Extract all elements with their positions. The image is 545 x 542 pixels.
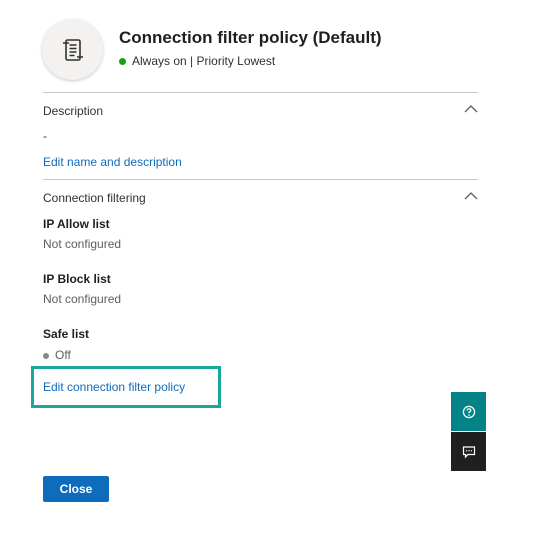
ip-allow-list-value: Not configured	[43, 237, 122, 251]
status-text: Always on | Priority Lowest	[132, 54, 276, 68]
status-dot-icon	[119, 57, 126, 65]
help-button[interactable]	[451, 392, 486, 431]
page-title: Connection filter policy (Default)	[119, 28, 382, 47]
safe-list-status: Off	[43, 348, 71, 362]
policy-avatar	[42, 19, 103, 80]
collapse-connection-filtering-chevron-up-icon[interactable]	[463, 191, 479, 201]
safe-list-label: Safe list	[43, 327, 90, 341]
feedback-button[interactable]	[451, 432, 486, 471]
policy-status: Always on | Priority Lowest	[119, 54, 275, 68]
description-heading: Description	[43, 104, 104, 118]
close-button[interactable]: Close	[43, 476, 109, 502]
safe-list-value: Off	[55, 348, 71, 362]
help-question-icon	[462, 405, 475, 418]
collapse-description-chevron-up-icon[interactable]	[463, 104, 479, 114]
edit-name-description-link[interactable]: Edit name and description	[43, 155, 182, 169]
connection-filtering-heading: Connection filtering	[43, 191, 146, 205]
feedback-chat-icon	[462, 445, 475, 458]
policy-scroll-icon	[62, 38, 83, 61]
ip-block-list-label: IP Block list	[43, 272, 111, 286]
ip-block-list-value: Not configured	[43, 292, 122, 306]
off-status-dot-icon	[43, 352, 49, 359]
edit-connection-filter-policy-link[interactable]: Edit connection filter policy	[43, 380, 185, 394]
description-value: -	[43, 129, 47, 143]
divider	[43, 179, 478, 180]
divider	[43, 92, 478, 93]
ip-allow-list-label: IP Allow list	[43, 217, 110, 231]
